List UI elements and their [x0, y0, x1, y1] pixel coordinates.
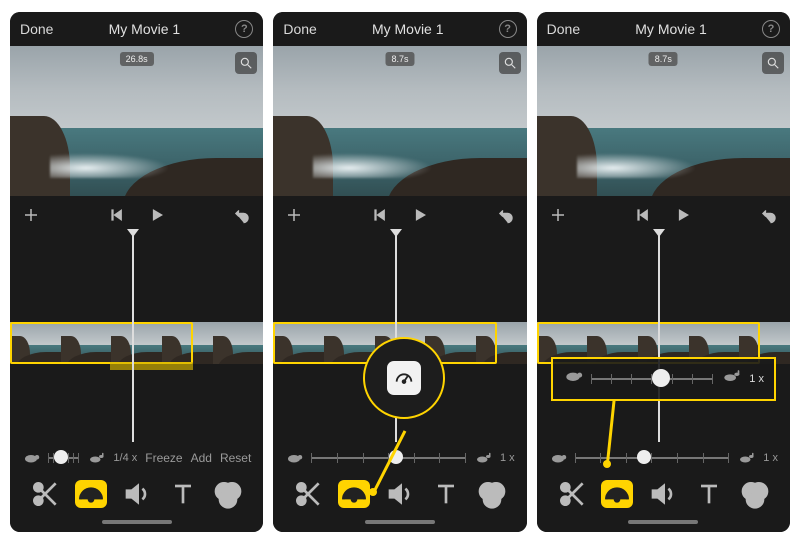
- clip-strip[interactable]: [10, 322, 263, 364]
- project-title: My Movie 1: [317, 21, 499, 37]
- rabbit-icon: [737, 451, 755, 465]
- project-title: My Movie 1: [53, 21, 235, 37]
- turtle-icon: [549, 451, 567, 465]
- transport-bar: [537, 196, 790, 230]
- video-preview[interactable]: 26.8s: [10, 46, 263, 196]
- turtle-icon: [285, 451, 303, 465]
- freeze-button[interactable]: Freeze: [145, 451, 182, 465]
- screen-1: Done My Movie 1 ? 26.8s: [10, 12, 263, 532]
- done-button[interactable]: Done: [20, 21, 53, 37]
- bottom-controls: 1 x: [537, 442, 790, 532]
- bottom-controls: 1/4 x Freeze Add Reset: [10, 442, 263, 532]
- magnifier-icon: [239, 56, 253, 70]
- turtle-icon: [563, 369, 583, 388]
- skip-back-button[interactable]: [371, 206, 389, 224]
- speed-value: 1/4 x: [113, 452, 137, 464]
- speed-value: 1 x: [763, 452, 778, 464]
- filters-button[interactable]: [739, 480, 771, 508]
- project-title: My Movie 1: [580, 21, 762, 37]
- zoom-button[interactable]: [235, 52, 257, 74]
- home-indicator: [365, 520, 435, 524]
- done-button[interactable]: Done: [283, 21, 316, 37]
- turtle-icon: [22, 451, 40, 465]
- undo-button[interactable]: [497, 206, 515, 224]
- speed-button[interactable]: [338, 480, 370, 508]
- playhead[interactable]: [132, 230, 134, 442]
- duration-badge: 26.8s: [120, 52, 154, 66]
- tool-row: [547, 476, 780, 510]
- volume-button[interactable]: [121, 480, 153, 508]
- speed-row: 1 x: [283, 446, 516, 470]
- filters-button[interactable]: [212, 480, 244, 508]
- speed-button[interactable]: [75, 480, 107, 508]
- duration-badge: 8.7s: [385, 52, 414, 66]
- magnifier-icon: [766, 56, 780, 70]
- scissors-button[interactable]: [556, 480, 588, 508]
- home-indicator: [628, 520, 698, 524]
- speed-value: 1 x: [500, 452, 515, 464]
- skip-back-button[interactable]: [108, 206, 126, 224]
- zoom-button[interactable]: [762, 52, 784, 74]
- rabbit-icon: [474, 451, 492, 465]
- volume-button[interactable]: [384, 480, 416, 508]
- undo-button[interactable]: [233, 206, 251, 224]
- titles-button[interactable]: [430, 480, 462, 508]
- speed-value-zoom: 1 x: [749, 373, 764, 385]
- filters-button[interactable]: [476, 480, 508, 508]
- undo-button[interactable]: [760, 206, 778, 224]
- screen-2: Done My Movie 1 ? 8.7s: [273, 12, 526, 532]
- scissors-button[interactable]: [29, 480, 61, 508]
- speed-slider-zoom: [591, 372, 714, 386]
- speed-row: 1/4 x Freeze Add Reset: [20, 446, 253, 470]
- titles-button[interactable]: [167, 480, 199, 508]
- speedometer-icon: [387, 361, 421, 395]
- add-media-button[interactable]: [22, 206, 40, 224]
- help-button[interactable]: ?: [499, 20, 517, 38]
- done-button[interactable]: Done: [547, 21, 580, 37]
- header: Done My Movie 1 ?: [537, 12, 790, 46]
- callout-anchor: [603, 460, 611, 468]
- speed-region: [110, 362, 193, 370]
- speed-row: 1 x: [547, 446, 780, 470]
- transport-bar: [273, 196, 526, 230]
- duration-badge: 8.7s: [649, 52, 678, 66]
- rabbit-icon: [721, 369, 741, 388]
- scissors-button[interactable]: [292, 480, 324, 508]
- rabbit-icon: [87, 451, 105, 465]
- header: Done My Movie 1 ?: [10, 12, 263, 46]
- add-media-button[interactable]: [285, 206, 303, 224]
- timeline[interactable]: [537, 230, 790, 442]
- video-preview[interactable]: 8.7s: [537, 46, 790, 196]
- tool-row: [20, 476, 253, 510]
- speed-slider[interactable]: [48, 451, 79, 465]
- play-button[interactable]: [148, 206, 166, 224]
- volume-button[interactable]: [647, 480, 679, 508]
- titles-button[interactable]: [693, 480, 725, 508]
- header: Done My Movie 1 ?: [273, 12, 526, 46]
- add-media-button[interactable]: [549, 206, 567, 224]
- callout-speed-icon: [363, 337, 445, 419]
- help-button[interactable]: ?: [235, 20, 253, 38]
- speed-button[interactable]: [601, 480, 633, 508]
- playhead[interactable]: [658, 230, 660, 442]
- skip-back-button[interactable]: [634, 206, 652, 224]
- timeline[interactable]: [10, 230, 263, 442]
- tool-row: [283, 476, 516, 510]
- transport-bar: [10, 196, 263, 230]
- home-indicator: [102, 520, 172, 524]
- magnifier-icon: [503, 56, 517, 70]
- callout-anchor: [369, 488, 377, 496]
- help-button[interactable]: ?: [762, 20, 780, 38]
- add-range-button[interactable]: Add: [191, 451, 212, 465]
- screen-3: Done My Movie 1 ? 8.7s: [537, 12, 790, 532]
- zoom-button[interactable]: [499, 52, 521, 74]
- reset-button[interactable]: Reset: [220, 451, 251, 465]
- play-button[interactable]: [411, 206, 429, 224]
- play-button[interactable]: [674, 206, 692, 224]
- video-preview[interactable]: 8.7s: [273, 46, 526, 196]
- bottom-controls: 1 x: [273, 442, 526, 532]
- three-screenshots: Done My Movie 1 ? 26.8s: [10, 12, 790, 532]
- callout-speed-slider: 1 x: [551, 357, 776, 401]
- speed-slider[interactable]: [575, 451, 730, 465]
